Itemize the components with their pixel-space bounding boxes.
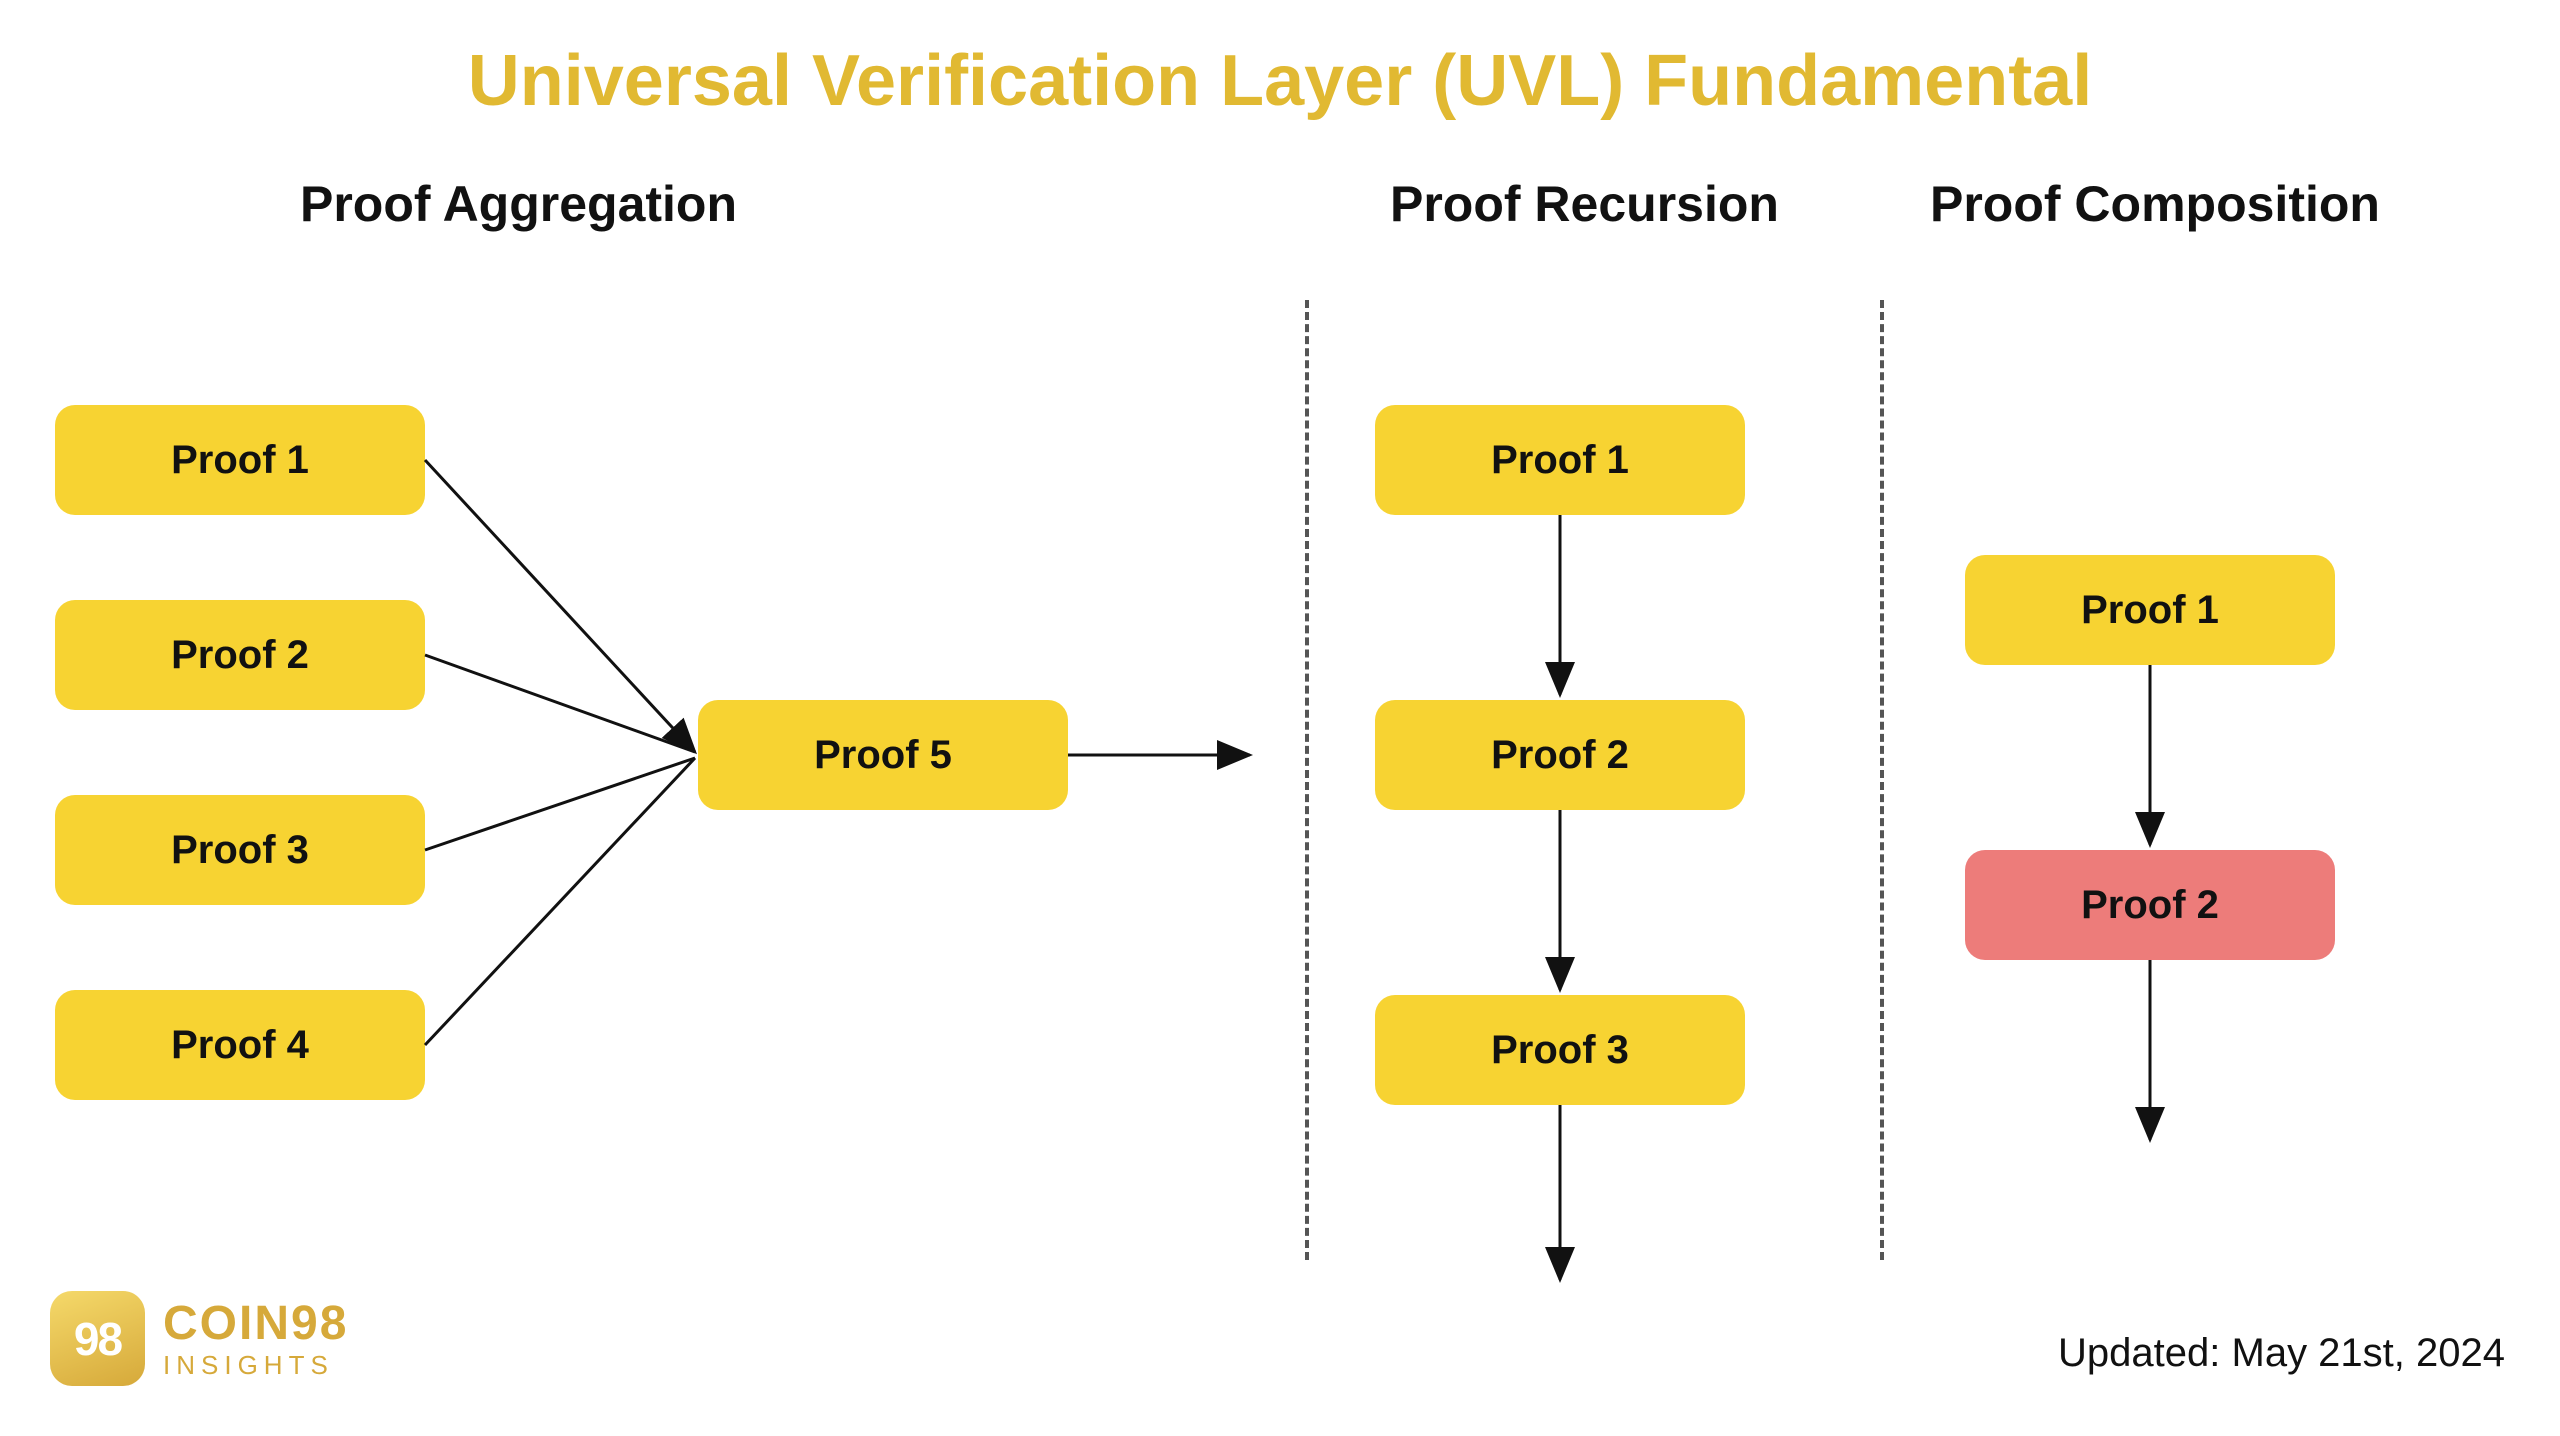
rec-proof-3: Proof 3 [1375,995,1745,1105]
logo-text: COIN98 INSIGHTS [163,1300,348,1378]
logo-mark: 98 [50,1291,145,1386]
logo-brand: COIN98 [163,1300,348,1348]
agg-proof-4: Proof 4 [55,990,425,1100]
agg-proof-output: Proof 5 [698,700,1068,810]
comp-proof-1: Proof 1 [1965,555,2335,665]
comp-proof-2: Proof 2 [1965,850,2335,960]
diagram-title: Universal Verification Layer (UVL) Funda… [0,40,2560,122]
rec-proof-2: Proof 2 [1375,700,1745,810]
logo-sub: INSIGHTS [163,1352,348,1378]
updated-date: Updated: May 21st, 2024 [2058,1331,2505,1376]
agg-proof-1: Proof 1 [55,405,425,515]
rec-proof-1: Proof 1 [1375,405,1745,515]
agg-proof-2: Proof 2 [55,600,425,710]
logo: 98 COIN98 INSIGHTS [50,1291,348,1386]
section-label-recursion: Proof Recursion [1390,175,1779,233]
agg-proof-3: Proof 3 [55,795,425,905]
section-label-aggregation: Proof Aggregation [300,175,737,233]
section-label-composition: Proof Composition [1930,175,2380,233]
separator-1 [1305,300,1309,1260]
separator-2 [1880,300,1884,1260]
